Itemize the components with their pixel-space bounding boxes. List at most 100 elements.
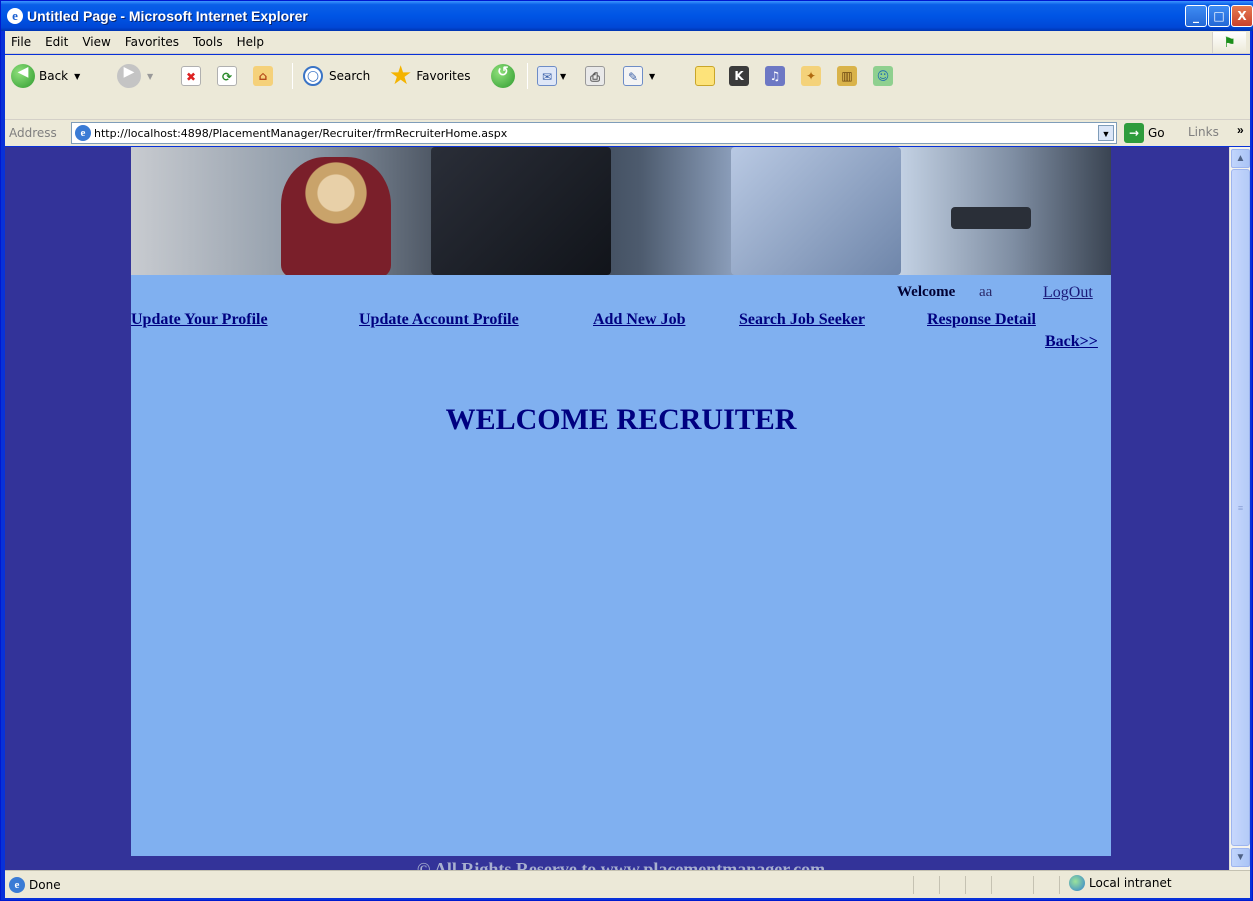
links-button[interactable]: Links [1188, 125, 1219, 139]
search-label: Search [329, 69, 371, 83]
vertical-scrollbar[interactable]: ▲ ≡ ▼ [1229, 147, 1250, 870]
ie-logo-icon: e [7, 8, 23, 24]
menu-view[interactable]: View [82, 35, 110, 49]
status-pane [939, 876, 940, 894]
k-button[interactable]: K [729, 62, 749, 90]
history-button[interactable]: ↺ [491, 62, 515, 90]
add-new-job-link[interactable]: Add New Job [593, 311, 685, 329]
address-label: Address [9, 126, 57, 140]
k-app-icon: K [729, 66, 749, 86]
header-banner-image [131, 147, 1111, 275]
note-button[interactable] [695, 62, 715, 90]
forward-arrow-icon: ▶ [117, 64, 141, 88]
forward-dropdown-icon[interactable]: ▼ [147, 72, 153, 81]
page-status-icon: e [9, 876, 25, 893]
address-bar: Address e http://localhost:4898/Placemen… [5, 120, 1250, 146]
mail-icon: ✉ [537, 66, 557, 86]
page-title: WELCOME RECRUITER [445, 403, 797, 436]
browser-window: e Untitled Page - Microsoft Internet Exp… [0, 0, 1253, 901]
page-content: Welcome aa LogOut Update Your Profile Up… [131, 147, 1111, 856]
favorites-star-icon: ★ [389, 61, 413, 91]
standard-toolbar: ◀ Back ▼ ▶ ▼ ✖ ⟳ ⌂ ○ Search ★ Favorites … [5, 55, 1250, 120]
edit-button[interactable]: ✎ ▼ [623, 62, 655, 90]
address-input[interactable]: e http://localhost:4898/PlacementManager… [71, 122, 1117, 144]
go-button[interactable]: → Go [1124, 123, 1165, 143]
banner-keyboard-figure [951, 207, 1031, 229]
back-arrow-icon: ◀ [11, 64, 35, 88]
page-icon: e [75, 125, 91, 141]
contacts-button[interactable]: ☺ [873, 62, 893, 90]
messenger-button[interactable]: ♫ [765, 62, 785, 90]
back-button[interactable]: ◀ Back ▼ [11, 62, 80, 90]
print-button[interactable]: ⎙ [585, 62, 605, 90]
history-icon: ↺ [491, 64, 515, 88]
maximize-button[interactable]: □ [1208, 5, 1230, 27]
menu-favorites[interactable]: Favorites [125, 35, 179, 49]
status-bar: e Done Local intranet [5, 870, 1250, 898]
status-pane [1033, 876, 1034, 894]
zone-label: Local intranet [1089, 876, 1172, 890]
status-pane [991, 876, 992, 894]
address-dropdown-icon[interactable]: ▼ [1098, 125, 1114, 141]
banner-monitor-figure [431, 147, 611, 275]
logout-link[interactable]: LogOut [1043, 284, 1093, 302]
refresh-icon: ⟳ [217, 66, 237, 86]
refresh-button[interactable]: ⟳ [217, 62, 237, 90]
security-zone[interactable]: Local intranet [1069, 875, 1172, 891]
close-button[interactable]: X [1231, 5, 1253, 27]
welcome-label: Welcome [897, 284, 956, 300]
response-detail-link[interactable]: Response Detail [927, 311, 1036, 329]
menu-edit[interactable]: Edit [45, 35, 68, 49]
back-dropdown-icon[interactable]: ▼ [74, 72, 80, 81]
favorites-label: Favorites [416, 69, 471, 83]
back-label: Back [39, 69, 69, 83]
search-job-seeker-link[interactable]: Search Job Seeker [739, 311, 865, 329]
footer-copyright: © All Rights Reserve to www.placementman… [416, 859, 826, 870]
update-your-profile-link[interactable]: Update Your Profile [131, 311, 268, 329]
research-button[interactable]: ✦ [801, 62, 821, 90]
translate-icon: ♫ [765, 66, 785, 86]
banner-screen-figure [731, 147, 901, 275]
favorites-button[interactable]: ★ Favorites [389, 62, 471, 90]
back-link[interactable]: Back>> [1045, 333, 1098, 351]
stop-icon: ✖ [181, 66, 201, 86]
toolbar-separator [527, 63, 528, 89]
status-text: Done [29, 877, 61, 892]
menu-bar: File Edit View Favorites Tools Help ⚑ [5, 31, 1250, 54]
status-pane [913, 876, 914, 894]
title-bar[interactable]: e Untitled Page - Microsoft Internet Exp… [1, 1, 1253, 31]
local-intranet-icon [1069, 875, 1085, 891]
scrollbar-thumb[interactable]: ≡ [1231, 169, 1250, 846]
scroll-up-icon[interactable]: ▲ [1231, 149, 1250, 168]
mail-dropdown-icon[interactable]: ▼ [560, 72, 566, 81]
contacts-icon: ☺ [873, 66, 893, 86]
chevron-right-icon[interactable]: » [1237, 123, 1244, 137]
mail-button[interactable]: ✉ ▼ [537, 62, 566, 90]
status-pane [1059, 876, 1060, 894]
minimize-button[interactable]: _ [1185, 5, 1207, 27]
stop-button[interactable]: ✖ [181, 62, 201, 90]
menu-file[interactable]: File [11, 35, 31, 49]
search-button[interactable]: ○ Search [303, 62, 370, 90]
windows-flag-icon: ⚑ [1212, 32, 1246, 53]
go-arrow-icon: → [1124, 123, 1144, 143]
status-pane [965, 876, 966, 894]
edit-page-icon: ✎ [623, 66, 643, 86]
scroll-down-icon[interactable]: ▼ [1231, 848, 1250, 867]
go-label: Go [1148, 126, 1165, 140]
page-viewport: Welcome aa LogOut Update Your Profile Up… [5, 147, 1230, 870]
books-button[interactable]: ▥ [837, 62, 857, 90]
banner-person-figure [281, 157, 391, 275]
edit-dropdown-icon[interactable]: ▼ [649, 72, 655, 81]
update-account-profile-link[interactable]: Update Account Profile [359, 311, 519, 329]
forward-button[interactable]: ▶ ▼ [117, 62, 153, 90]
sticky-note-icon [695, 66, 715, 86]
home-button[interactable]: ⌂ [253, 62, 273, 90]
books-icon: ▥ [837, 66, 857, 86]
search-icon: ○ [303, 66, 323, 86]
print-icon: ⎙ [585, 66, 605, 86]
toolbar-separator [292, 63, 293, 89]
address-url[interactable]: http://localhost:4898/PlacementManager/R… [94, 127, 507, 140]
menu-help[interactable]: Help [237, 35, 264, 49]
menu-tools[interactable]: Tools [193, 35, 223, 49]
